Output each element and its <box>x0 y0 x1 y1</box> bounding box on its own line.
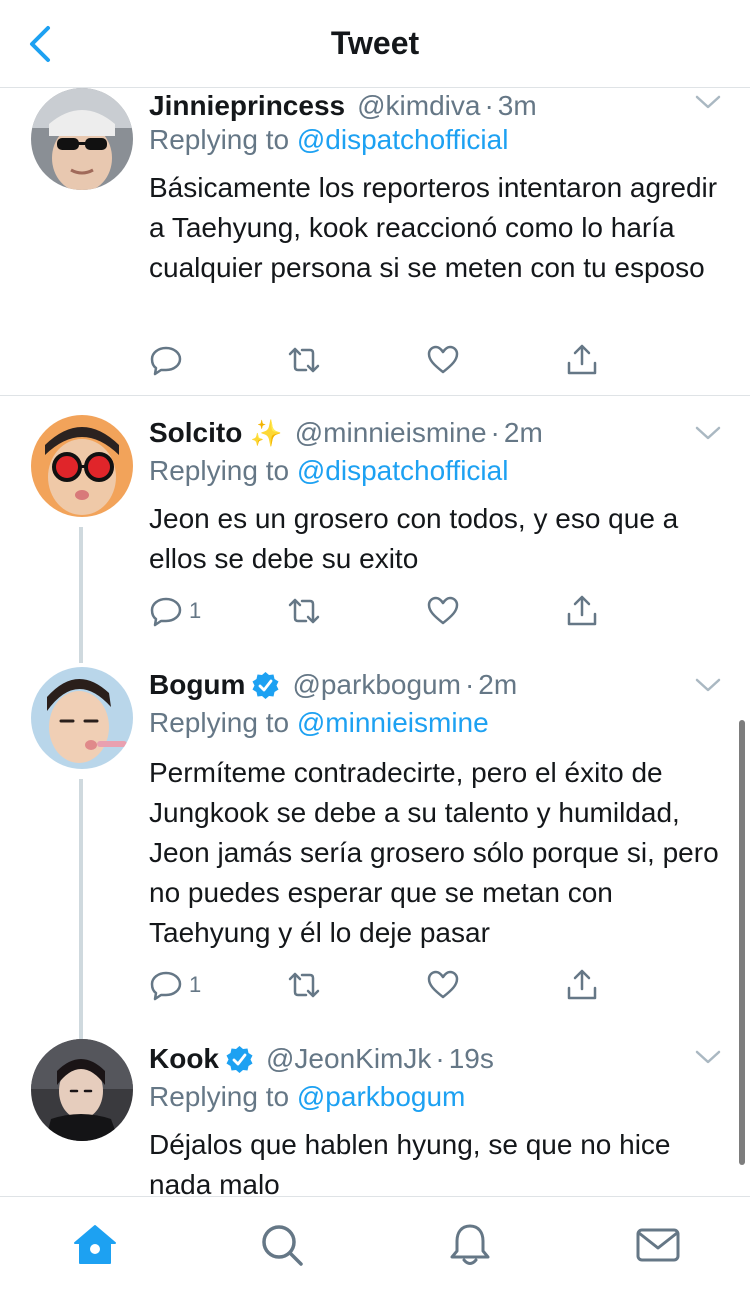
avatar[interactable] <box>31 415 133 517</box>
chevron-down-icon[interactable] <box>694 92 722 112</box>
timestamp[interactable]: 2m <box>478 669 517 701</box>
separator-dot: · <box>464 669 475 700</box>
like-button[interactable] <box>426 340 460 380</box>
replying-to-label: Replying to <box>149 455 297 486</box>
like-button[interactable] <box>426 591 460 631</box>
reply-button[interactable] <box>149 340 189 380</box>
reply-bubble-icon <box>150 346 182 376</box>
user-handle[interactable]: @kimdiva <box>357 90 480 122</box>
chevron-down-icon[interactable] <box>694 1047 722 1067</box>
tweet-item[interactable]: Solcito ✨ @minnieismine · 2m Replying to… <box>0 415 750 645</box>
retweet-icon <box>288 598 320 624</box>
page-title: Tweet <box>330 25 420 61</box>
verified-badge-icon <box>226 1045 253 1073</box>
timestamp[interactable]: 3m <box>498 90 537 122</box>
tweet-actions: 1 <box>149 591 619 631</box>
thread-connector <box>79 779 83 1039</box>
sparkles-icon: ✨ <box>250 417 283 448</box>
tab-home[interactable] <box>71 1221 119 1269</box>
reply-count: 1 <box>189 972 202 997</box>
mail-icon <box>636 1228 680 1262</box>
replying-to-line: Replying to @dispatchofficial <box>149 124 508 156</box>
bell-icon <box>450 1224 490 1265</box>
avatar[interactable] <box>31 88 133 190</box>
chevron-down-icon[interactable] <box>694 675 722 695</box>
tweet-item[interactable]: Bogum @parkbogum · 2m Replying to @minni… <box>0 645 750 1039</box>
heart-icon <box>427 596 459 625</box>
share-button[interactable] <box>565 591 599 631</box>
like-button[interactable] <box>426 965 460 1005</box>
mention-link[interactable]: @minnieismine <box>297 707 489 738</box>
tweet-item[interactable]: Kook @JeonKimJk · 19s Replying to @parkb… <box>0 1033 750 1196</box>
share-icon <box>567 595 597 626</box>
avatar[interactable] <box>31 1039 133 1141</box>
mention-link[interactable]: @dispatchofficial <box>297 455 509 486</box>
user-handle[interactable]: @minnieismine <box>295 417 487 449</box>
replying-to-line: Replying to @dispatchofficial <box>149 455 508 487</box>
share-icon <box>567 344 597 375</box>
top-nav-bar: Tweet <box>0 0 750 88</box>
tab-messages[interactable] <box>634 1221 682 1269</box>
retweet-button[interactable] <box>287 591 321 631</box>
mention-link[interactable]: @parkbogum <box>297 1081 466 1112</box>
retweet-icon <box>288 972 320 998</box>
timestamp[interactable]: 19s <box>449 1043 494 1075</box>
separator-dot: · <box>490 417 500 448</box>
replying-to-label: Replying to <box>149 1081 297 1112</box>
thread-connector <box>79 527 83 645</box>
tab-notifications[interactable] <box>446 1221 494 1269</box>
tweet-divider <box>0 395 750 396</box>
user-handle[interactable]: @JeonKimJk <box>266 1043 431 1075</box>
display-name[interactable]: Jinnieprincess <box>149 90 345 122</box>
tweet-actions <box>149 340 619 380</box>
heart-icon <box>427 970 459 999</box>
share-button[interactable] <box>565 340 599 380</box>
chevron-down-icon[interactable] <box>694 423 722 443</box>
timestamp[interactable]: 2m <box>504 417 543 449</box>
tweet-item[interactable]: Jinnieprincess @kimdiva · 3m Replying to… <box>0 88 750 394</box>
avatar[interactable] <box>31 667 133 769</box>
reply-count: 1 <box>189 598 202 623</box>
replying-to-line: Replying to @minnieismine <box>149 707 489 739</box>
mention-link[interactable]: @dispatchofficial <box>297 124 509 155</box>
home-icon <box>74 1225 116 1264</box>
tweet-text: Permíteme contradecirte, pero el éxito d… <box>149 757 719 948</box>
thread-connector <box>79 1033 83 1037</box>
search-icon <box>262 1225 303 1266</box>
retweet-button[interactable] <box>287 340 321 380</box>
thread-connector <box>79 645 83 663</box>
scrollbar[interactable] <box>739 720 745 1165</box>
tab-search[interactable] <box>258 1221 306 1269</box>
user-handle[interactable]: @parkbogum <box>292 669 461 701</box>
separator-dot: · <box>484 90 494 121</box>
reply-button[interactable]: 1 <box>149 591 201 631</box>
tweet-text: Déjalos que hablen hyung, se que no hice… <box>149 1129 671 1196</box>
separator-dot: · <box>435 1043 445 1074</box>
tweet-actions: 1 <box>149 965 619 1005</box>
retweet-icon <box>288 347 320 373</box>
replying-to-label: Replying to <box>149 124 297 155</box>
tweet-text: Básicamente los reporteros intentaron ag… <box>149 172 718 283</box>
share-button[interactable] <box>565 965 599 1005</box>
retweet-button[interactable] <box>287 965 321 1005</box>
share-icon <box>567 969 597 1000</box>
tweet-text: Jeon es un grosero con todos, y eso que … <box>149 503 679 574</box>
heart-icon <box>427 345 459 374</box>
reply-bubble-icon <box>150 971 182 1001</box>
display-name[interactable]: Kook <box>149 1043 219 1075</box>
verified-badge-icon <box>252 671 279 699</box>
display-name[interactable]: Bogum <box>149 669 245 701</box>
reply-bubble-icon <box>150 597 182 627</box>
bottom-tab-bar <box>0 1196 750 1294</box>
replying-to-label: Replying to <box>149 707 297 738</box>
replying-to-line: Replying to @parkbogum <box>149 1081 465 1113</box>
reply-button[interactable]: 1 <box>149 965 201 1005</box>
display-name[interactable]: Solcito <box>149 417 242 449</box>
reply-timeline[interactable]: Jinnieprincess @kimdiva · 3m Replying to… <box>0 88 750 1196</box>
